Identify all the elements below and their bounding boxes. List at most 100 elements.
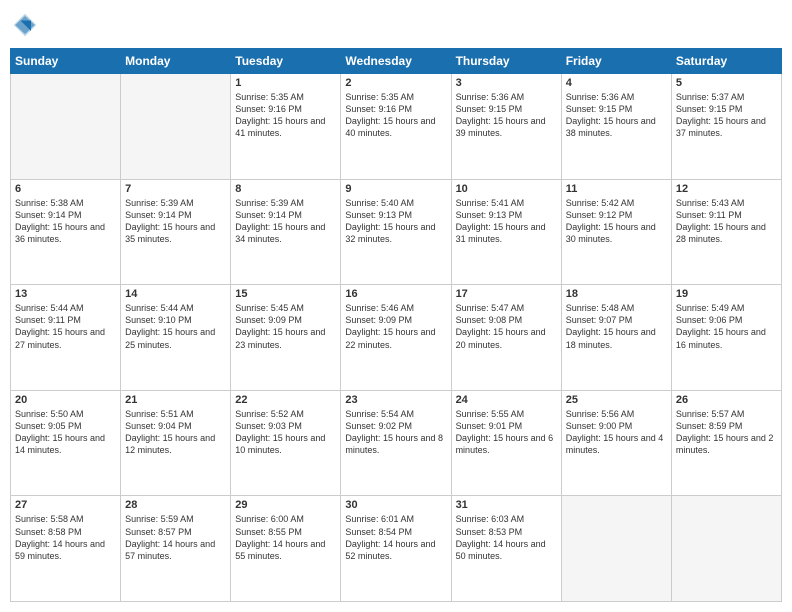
calendar-cell: 28 Sunrise: 5:59 AMSunset: 8:57 PMDayligh… [121,496,231,602]
calendar-cell: 17 Sunrise: 5:47 AMSunset: 9:08 PMDayligh… [451,285,561,391]
day-number: 31 [456,499,557,511]
cell-info: Sunrise: 5:49 AMSunset: 9:06 PMDaylight:… [676,302,777,351]
cell-info: Sunrise: 5:56 AMSunset: 9:00 PMDaylight:… [566,408,667,457]
cell-info: Sunrise: 5:47 AMSunset: 9:08 PMDaylight:… [456,302,557,351]
day-number: 5 [676,77,777,89]
weekday-row: SundayMondayTuesdayWednesdayThursdayFrid… [11,49,782,74]
day-number: 21 [125,394,226,406]
calendar-cell: 6 Sunrise: 5:38 AMSunset: 9:14 PMDaylight… [11,179,121,285]
day-number: 28 [125,499,226,511]
cell-info: Sunrise: 5:51 AMSunset: 9:04 PMDaylight:… [125,408,226,457]
cell-info: Sunrise: 5:35 AMSunset: 9:16 PMDaylight:… [235,91,336,140]
day-number: 7 [125,183,226,195]
calendar-cell: 10 Sunrise: 5:41 AMSunset: 9:13 PMDayligh… [451,179,561,285]
day-number: 1 [235,77,336,89]
cell-info: Sunrise: 5:57 AMSunset: 8:59 PMDaylight:… [676,408,777,457]
weekday-wednesday: Wednesday [341,49,451,74]
calendar-cell: 13Sunrise: 5:44 AMSunset: 9:11 PMDayligh… [11,285,121,391]
cell-info: Sunrise: 5:59 AMSunset: 8:57 PMDaylight:… [125,513,226,562]
day-number: 6 [15,183,116,195]
day-number: 10 [456,183,557,195]
calendar-body: 1 Sunrise: 5:35 AMSunset: 9:16 PMDaylight… [11,74,782,602]
calendar-table: SundayMondayTuesdayWednesdayThursdayFrid… [10,48,782,602]
calendar-cell: 2Sunrise: 5:35 AMSunset: 9:16 PMDaylight… [341,74,451,180]
logo [10,10,44,40]
calendar-cell [561,496,671,602]
day-number: 15 [235,288,336,300]
calendar-cell: 9Sunrise: 5:40 AMSunset: 9:13 PMDaylight… [341,179,451,285]
day-number: 16 [345,288,446,300]
calendar-header: SundayMondayTuesdayWednesdayThursdayFrid… [11,49,782,74]
day-number: 19 [676,288,777,300]
calendar-cell: 11 Sunrise: 5:42 AMSunset: 9:12 PMDayligh… [561,179,671,285]
calendar-week-row: 20 Sunrise: 5:50 AMSunset: 9:05 PMDayligh… [11,390,782,496]
day-number: 20 [15,394,116,406]
calendar-cell [121,74,231,180]
calendar-cell: 3 Sunrise: 5:36 AMSunset: 9:15 PMDaylight… [451,74,561,180]
logo-icon [10,10,40,40]
cell-info: Sunrise: 5:42 AMSunset: 9:12 PMDaylight:… [566,197,667,246]
weekday-thursday: Thursday [451,49,561,74]
day-number: 17 [456,288,557,300]
cell-info: Sunrise: 5:41 AMSunset: 9:13 PMDaylight:… [456,197,557,246]
calendar-cell: 7 Sunrise: 5:39 AMSunset: 9:14 PMDaylight… [121,179,231,285]
day-number: 30 [345,499,446,511]
day-number: 25 [566,394,667,406]
calendar-cell: 4 Sunrise: 5:36 AMSunset: 9:15 PMDaylight… [561,74,671,180]
calendar-cell: 19 Sunrise: 5:49 AMSunset: 9:06 PMDayligh… [671,285,781,391]
calendar-cell: 26 Sunrise: 5:57 AMSunset: 8:59 PMDayligh… [671,390,781,496]
calendar-cell: 1 Sunrise: 5:35 AMSunset: 9:16 PMDaylight… [231,74,341,180]
cell-info: Sunrise: 5:44 AMSunset: 9:11 PMDaylight:… [15,302,116,351]
calendar-cell: 25 Sunrise: 5:56 AMSunset: 9:00 PMDayligh… [561,390,671,496]
day-number: 23 [345,394,446,406]
weekday-saturday: Saturday [671,49,781,74]
day-number: 14 [125,288,226,300]
calendar-cell: 30 Sunrise: 6:01 AMSunset: 8:54 PMDayligh… [341,496,451,602]
cell-info: Sunrise: 5:58 AMSunset: 8:58 PMDaylight:… [15,513,116,562]
day-number: 9 [345,183,446,195]
weekday-monday: Monday [121,49,231,74]
calendar-cell: 15Sunrise: 5:45 AMSunset: 9:09 PMDayligh… [231,285,341,391]
calendar-cell: 21 Sunrise: 5:51 AMSunset: 9:04 PMDayligh… [121,390,231,496]
calendar-cell: 8 Sunrise: 5:39 AMSunset: 9:14 PMDaylight… [231,179,341,285]
calendar-cell: 14 Sunrise: 5:44 AMSunset: 9:10 PMDayligh… [121,285,231,391]
day-number: 2 [345,77,446,89]
cell-info: Sunrise: 5:46 AMSunset: 9:09 PMDaylight:… [345,302,446,351]
day-number: 8 [235,183,336,195]
day-number: 24 [456,394,557,406]
calendar-week-row: 1 Sunrise: 5:35 AMSunset: 9:16 PMDaylight… [11,74,782,180]
day-number: 26 [676,394,777,406]
page: SundayMondayTuesdayWednesdayThursdayFrid… [0,0,792,612]
cell-info: Sunrise: 5:44 AMSunset: 9:10 PMDaylight:… [125,302,226,351]
weekday-friday: Friday [561,49,671,74]
cell-info: Sunrise: 5:38 AMSunset: 9:14 PMDaylight:… [15,197,116,246]
cell-info: Sunrise: 5:43 AMSunset: 9:11 PMDaylight:… [676,197,777,246]
calendar-cell: 31Sunrise: 6:03 AMSunset: 8:53 PMDayligh… [451,496,561,602]
calendar-week-row: 27 Sunrise: 5:58 AMSunset: 8:58 PMDayligh… [11,496,782,602]
cell-info: Sunrise: 5:39 AMSunset: 9:14 PMDaylight:… [235,197,336,246]
calendar-week-row: 6 Sunrise: 5:38 AMSunset: 9:14 PMDaylight… [11,179,782,285]
day-number: 4 [566,77,667,89]
day-number: 27 [15,499,116,511]
day-number: 3 [456,77,557,89]
cell-info: Sunrise: 5:36 AMSunset: 9:15 PMDaylight:… [566,91,667,140]
cell-info: Sunrise: 5:50 AMSunset: 9:05 PMDaylight:… [15,408,116,457]
calendar-cell: 5Sunrise: 5:37 AMSunset: 9:15 PMDaylight… [671,74,781,180]
calendar-cell: 24 Sunrise: 5:55 AMSunset: 9:01 PMDayligh… [451,390,561,496]
cell-info: Sunrise: 5:54 AMSunset: 9:02 PMDaylight:… [345,408,446,457]
cell-info: Sunrise: 6:00 AMSunset: 8:55 PMDaylight:… [235,513,336,562]
calendar-cell: 23 Sunrise: 5:54 AMSunset: 9:02 PMDayligh… [341,390,451,496]
calendar-cell: 18Sunrise: 5:48 AMSunset: 9:07 PMDayligh… [561,285,671,391]
calendar-cell: 20 Sunrise: 5:50 AMSunset: 9:05 PMDayligh… [11,390,121,496]
cell-info: Sunrise: 5:52 AMSunset: 9:03 PMDaylight:… [235,408,336,457]
cell-info: Sunrise: 5:39 AMSunset: 9:14 PMDaylight:… [125,197,226,246]
cell-info: Sunrise: 5:36 AMSunset: 9:15 PMDaylight:… [456,91,557,140]
day-number: 11 [566,183,667,195]
day-number: 22 [235,394,336,406]
calendar-cell: 16 Sunrise: 5:46 AMSunset: 9:09 PMDayligh… [341,285,451,391]
calendar-cell: 27 Sunrise: 5:58 AMSunset: 8:58 PMDayligh… [11,496,121,602]
cell-info: Sunrise: 6:01 AMSunset: 8:54 PMDaylight:… [345,513,446,562]
calendar-cell: 22 Sunrise: 5:52 AMSunset: 9:03 PMDayligh… [231,390,341,496]
cell-info: Sunrise: 5:55 AMSunset: 9:01 PMDaylight:… [456,408,557,457]
weekday-tuesday: Tuesday [231,49,341,74]
